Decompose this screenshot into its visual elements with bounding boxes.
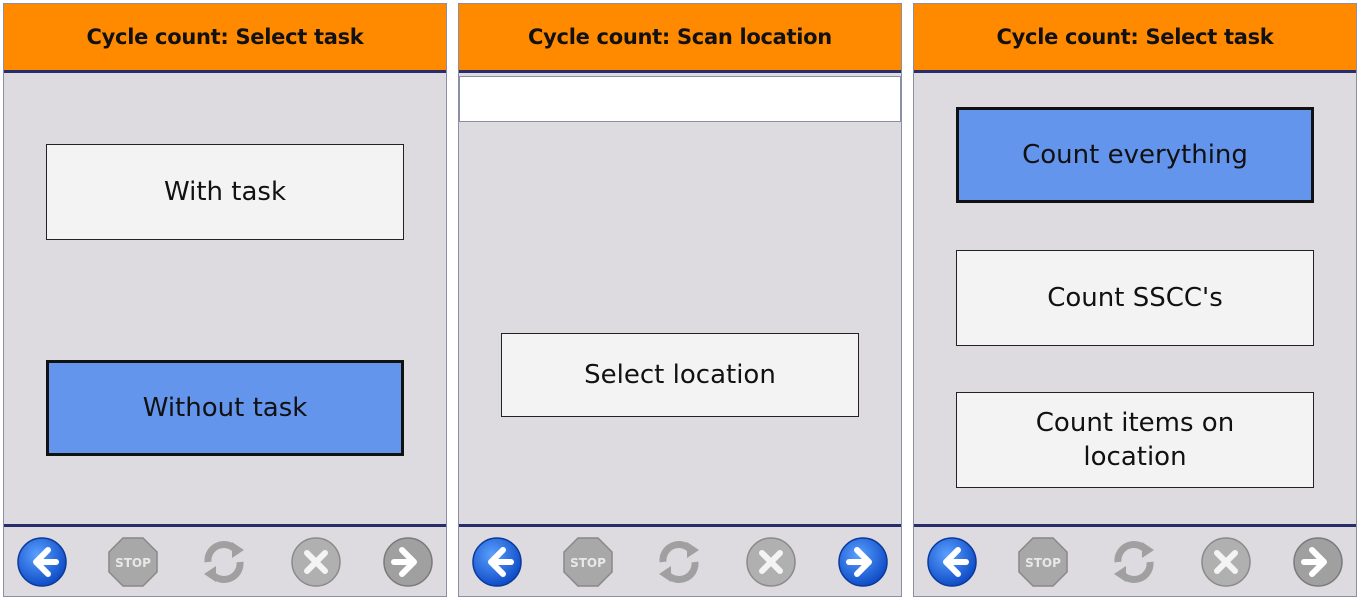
cancel-button[interactable] [1200, 536, 1252, 588]
panel-title: Cycle count: Select task [4, 4, 446, 73]
stop-button[interactable]: STOP [107, 536, 159, 588]
forward-arrow-icon [383, 537, 433, 587]
count-items-on-location-button[interactable]: Count items on location [956, 392, 1314, 488]
panel-select-task-2: Cycle count: Select task Count everythin… [913, 3, 1357, 597]
cancel-x-icon [291, 537, 341, 587]
with-task-button[interactable]: With task [46, 144, 404, 240]
nav-bar: STOP [459, 524, 901, 596]
refresh-button[interactable] [1108, 536, 1160, 588]
count-everything-button[interactable]: Count everything [956, 107, 1314, 203]
cancel-button[interactable] [290, 536, 342, 588]
stop-icon: STOP [108, 537, 158, 587]
refresh-icon [1114, 541, 1154, 583]
cancel-x-icon [746, 537, 796, 587]
back-button[interactable] [471, 536, 523, 588]
back-arrow-icon [927, 537, 977, 587]
stop-button[interactable]: STOP [562, 536, 614, 588]
nav-bar: STOP [914, 524, 1356, 596]
refresh-icon [204, 541, 244, 583]
stop-label: STOP [1025, 556, 1061, 570]
refresh-button[interactable] [653, 536, 705, 588]
select-location-button[interactable]: Select location [501, 333, 859, 417]
next-button[interactable] [837, 536, 889, 588]
panel-select-task-1: Cycle count: Select task With task Witho… [3, 3, 447, 597]
scan-location-input[interactable] [459, 76, 901, 122]
next-button[interactable] [1292, 536, 1344, 588]
cancel-x-icon [1201, 537, 1251, 587]
next-button[interactable] [382, 536, 434, 588]
back-arrow-icon [472, 537, 522, 587]
back-button[interactable] [16, 536, 68, 588]
refresh-button[interactable] [198, 536, 250, 588]
back-arrow-icon [17, 537, 67, 587]
count-sscc-button[interactable]: Count SSCC's [956, 250, 1314, 346]
stop-icon: STOP [1018, 537, 1068, 587]
without-task-button[interactable]: Without task [46, 360, 404, 456]
forward-arrow-icon [1293, 537, 1343, 587]
stop-button[interactable]: STOP [1017, 536, 1069, 588]
forward-arrow-icon [838, 537, 888, 587]
panel-title: Cycle count: Scan location [459, 4, 901, 73]
back-button[interactable] [926, 536, 978, 588]
nav-bar: STOP [4, 524, 446, 596]
panel-title: Cycle count: Select task [914, 4, 1356, 73]
refresh-icon [659, 541, 699, 583]
stop-label: STOP [570, 556, 606, 570]
panel-scan-location: Cycle count: Scan location Select locati… [458, 3, 902, 597]
stop-label: STOP [115, 556, 151, 570]
cancel-button[interactable] [745, 536, 797, 588]
stop-icon: STOP [563, 537, 613, 587]
